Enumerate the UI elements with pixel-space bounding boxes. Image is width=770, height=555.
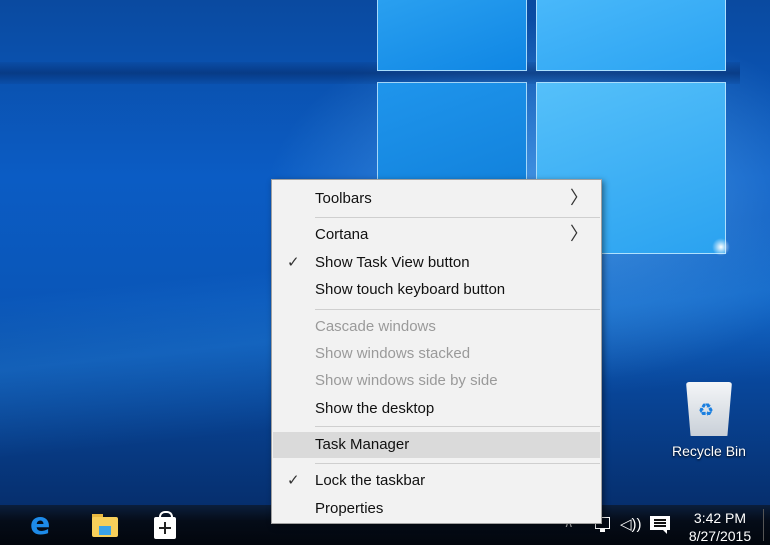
recycle-bin-icon: ♻: [686, 382, 732, 436]
menu-item-properties[interactable]: Properties: [273, 496, 600, 522]
menu-item-label: Task Manager: [315, 436, 410, 453]
menu-separator: [315, 309, 600, 310]
menu-item-label: Cortana: [315, 226, 369, 243]
windows-logo-pane: [377, 0, 527, 71]
menu-item-label: Show windows side by side: [315, 372, 498, 389]
menu-item-label: Show windows stacked: [315, 345, 471, 362]
menu-item-show-task-view-button[interactable]: ✓ Show Task View button: [273, 250, 600, 276]
menu-item-toolbars[interactable]: Toolbars 〉: [273, 186, 600, 212]
menu-item-show-windows-stacked: Show windows stacked: [273, 341, 600, 367]
file-explorer-icon[interactable]: [90, 511, 120, 541]
chevron-right-icon: 〉: [570, 188, 588, 209]
menu-item-label: Toolbars: [315, 190, 372, 207]
light-glow: [712, 238, 730, 256]
checkmark-icon: ✓: [287, 254, 300, 271]
menu-separator: [315, 217, 600, 218]
desktop-icon-label: Recycle Bin: [672, 443, 746, 459]
chevron-right-icon: 〉: [570, 224, 588, 245]
clock[interactable]: 3:42 PM 8/27/2015: [680, 509, 760, 545]
menu-item-show-touch-keyboard-button[interactable]: Show touch keyboard button: [273, 277, 600, 303]
clock-date: 8/27/2015: [688, 528, 752, 544]
clock-time: 3:42 PM: [693, 510, 747, 526]
taskbar-context-menu: Toolbars 〉 Cortana 〉 ✓ Show Task View bu…: [271, 179, 602, 524]
edge-icon[interactable]: e: [30, 510, 60, 541]
menu-item-task-manager[interactable]: Task Manager: [273, 432, 600, 458]
menu-item-lock-the-taskbar[interactable]: ✓ Lock the taskbar: [273, 468, 600, 494]
menu-item-label: Show Task View button: [315, 254, 470, 271]
store-icon[interactable]: [150, 511, 180, 541]
show-desktop-button[interactable]: [763, 509, 764, 541]
menu-item-show-the-desktop[interactable]: Show the desktop: [273, 396, 600, 422]
menu-item-cortana[interactable]: Cortana 〉: [273, 222, 600, 248]
menu-separator: [315, 463, 600, 464]
menu-item-show-windows-side-by-side: Show windows side by side: [273, 368, 600, 394]
desktop-icon-recycle-bin[interactable]: ♻ Recycle Bin: [668, 382, 750, 459]
menu-item-label: Lock the taskbar: [315, 472, 426, 489]
volume-icon[interactable]: ◁)): [620, 515, 642, 555]
checkmark-icon: ✓: [287, 472, 300, 489]
windows-logo-pane: [536, 0, 726, 71]
menu-item-label: Show the desktop: [315, 400, 435, 417]
action-center-icon[interactable]: [650, 516, 670, 534]
menu-item-cascade-windows: Cascade windows: [273, 314, 600, 340]
menu-separator: [315, 426, 600, 427]
menu-item-label: Show touch keyboard button: [315, 281, 506, 298]
menu-item-label: Cascade windows: [315, 318, 436, 335]
menu-item-label: Properties: [315, 500, 384, 517]
